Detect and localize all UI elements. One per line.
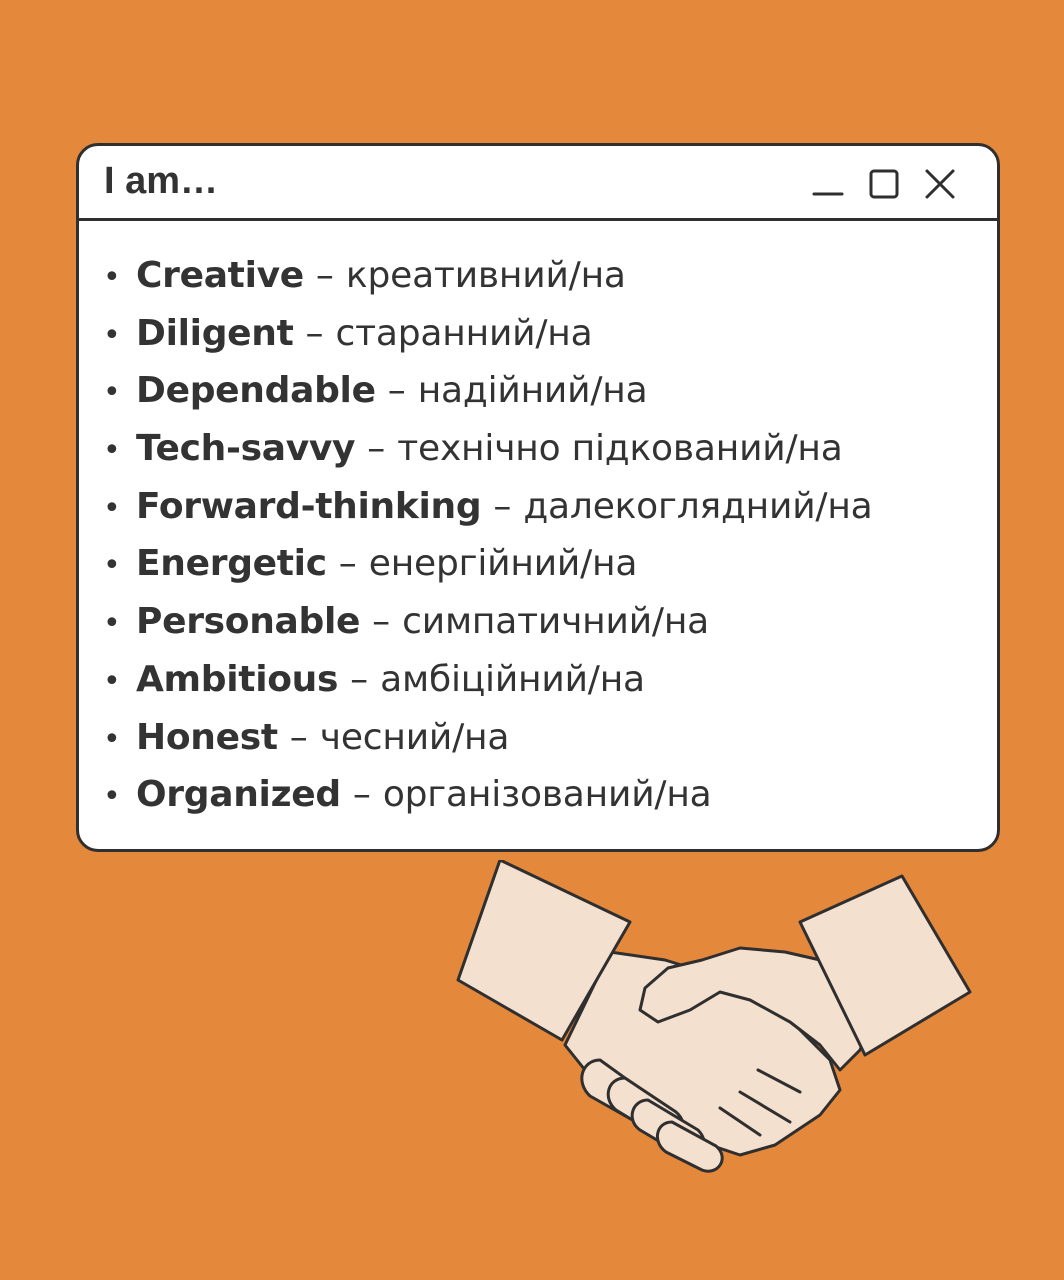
- maximize-icon[interactable]: [867, 167, 901, 201]
- term-english: Diligent: [136, 312, 294, 354]
- window-controls: [789, 166, 957, 202]
- list-item: • Creative – креативний/на: [103, 255, 997, 313]
- window-title: I am…: [104, 160, 219, 202]
- bullet-icon: •: [103, 721, 121, 757]
- term-translation: організований/на: [382, 774, 712, 816]
- close-icon[interactable]: [923, 167, 957, 201]
- list-item: • Dependable – надійний/на: [103, 370, 997, 428]
- dash-separator: –: [367, 428, 386, 470]
- term-translation: чесний/на: [319, 716, 510, 758]
- window-content: • Creative – креативний/на • Diligent – …: [79, 221, 997, 832]
- bullet-icon: •: [103, 606, 121, 642]
- window-titlebar: I am…: [79, 146, 997, 221]
- list-item: • Tech-savvy – технічно підкований/на: [103, 428, 997, 486]
- term-translation: симпатичний/на: [402, 601, 710, 643]
- dash-separator: –: [350, 658, 369, 700]
- term-english: Ambitious: [136, 658, 339, 700]
- term-english: Energetic: [136, 543, 327, 585]
- term-english: Dependable: [136, 370, 376, 412]
- bullet-icon: •: [103, 317, 121, 353]
- list-item: • Ambitious – амбіційний/на: [103, 659, 997, 717]
- dash-separator: –: [315, 255, 334, 296]
- list-item: • Energetic – енергійний/на: [103, 543, 997, 601]
- term-translation: амбіційний/на: [380, 658, 645, 700]
- bullet-icon: •: [103, 548, 121, 584]
- term-translation: енергійний/на: [368, 543, 638, 585]
- bullet-icon: •: [103, 663, 121, 699]
- phrase-window: I am… • Creative – креативний/на • Dilig…: [76, 143, 1000, 852]
- term-english: Personable: [136, 601, 361, 643]
- dash-separator: –: [493, 485, 512, 527]
- dash-separator: –: [289, 716, 308, 758]
- dash-separator: –: [352, 774, 371, 816]
- bullet-icon: •: [103, 490, 121, 526]
- term-english: Organized: [136, 774, 341, 816]
- term-translation: технічно підкований/на: [397, 428, 843, 470]
- list-item: • Honest – чесний/на: [103, 717, 997, 775]
- term-english: Honest: [136, 716, 278, 758]
- dash-separator: –: [338, 543, 357, 585]
- dash-separator: –: [372, 601, 391, 643]
- term-translation: надійний/на: [417, 370, 648, 412]
- bullet-icon: •: [103, 779, 121, 815]
- list-item: • Personable – симпатичний/на: [103, 601, 997, 659]
- dash-separator: –: [387, 370, 406, 412]
- handshake-icon: [456, 860, 972, 1173]
- term-english: Tech-savvy: [136, 428, 356, 470]
- term-translation: старанний/на: [335, 312, 593, 354]
- dash-separator: –: [305, 312, 324, 354]
- list-item: • Diligent – старанний/на: [103, 313, 997, 371]
- term-english: Forward-thinking: [136, 485, 482, 527]
- term-translation: креативний/на: [345, 255, 626, 296]
- list-item: • Forward-thinking – далекоглядний/на: [103, 486, 997, 544]
- term-translation: далекоглядний/на: [523, 485, 873, 527]
- list-item: • Organized – організований/на: [103, 774, 997, 832]
- minimize-icon[interactable]: [811, 167, 845, 201]
- bullet-icon: •: [103, 433, 121, 469]
- bullet-icon: •: [103, 260, 121, 295]
- term-english: Creative: [136, 255, 304, 296]
- bullet-icon: •: [103, 375, 121, 411]
- adjective-list: • Creative – креативний/на • Diligent – …: [79, 255, 997, 832]
